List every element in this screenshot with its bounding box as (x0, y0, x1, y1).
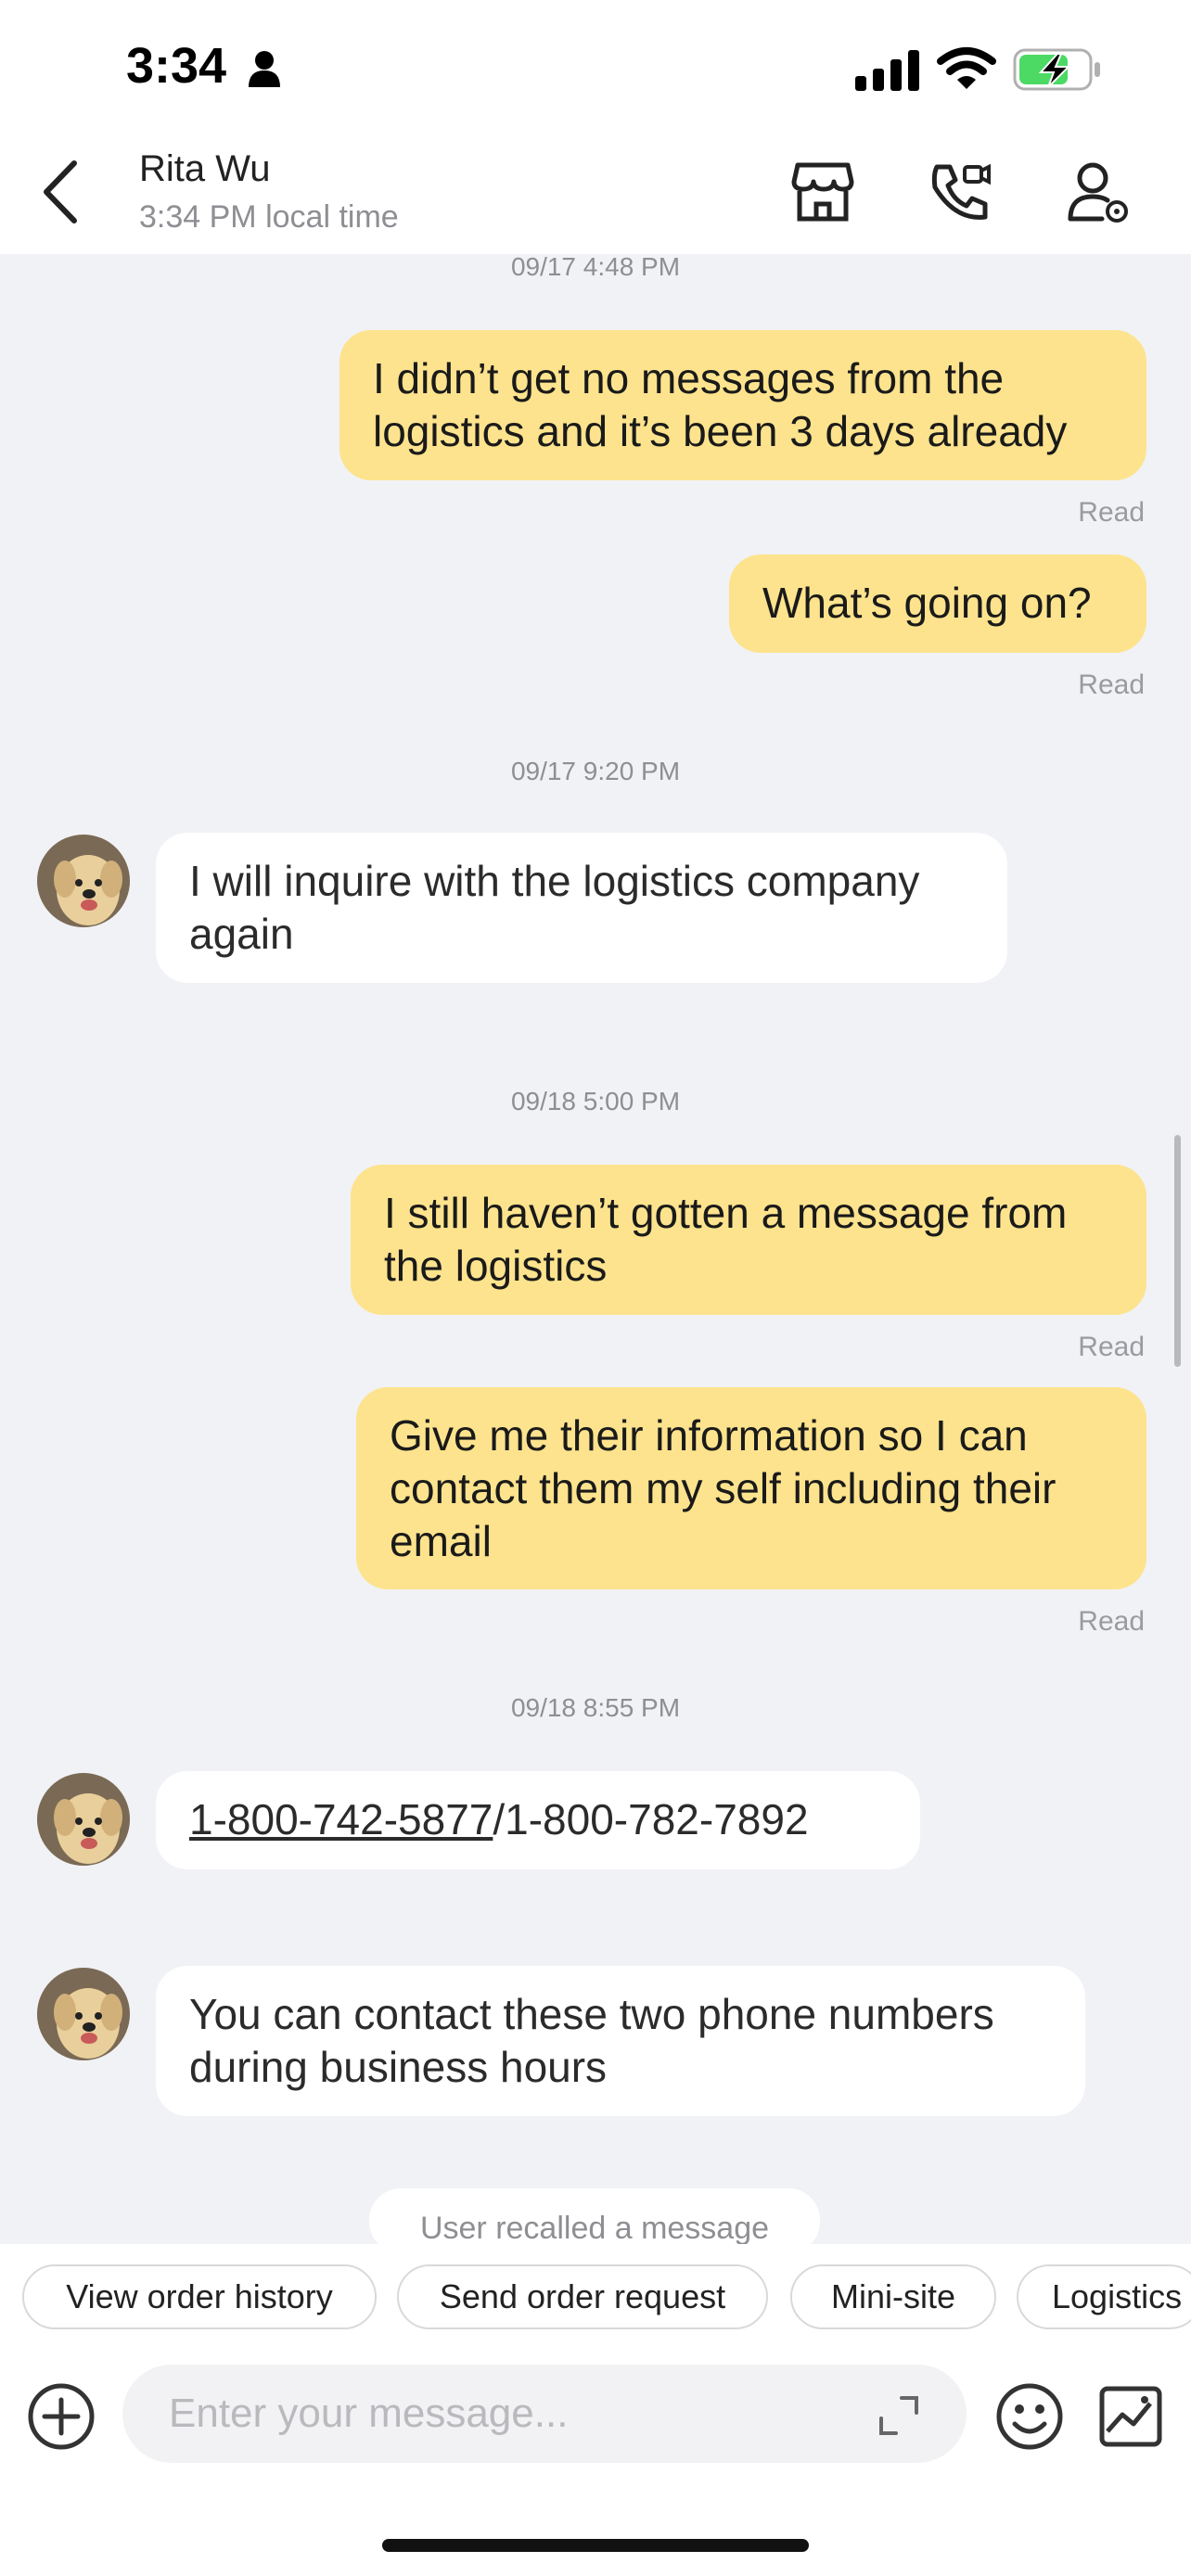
add-attachment-icon[interactable] (26, 2381, 96, 2452)
puppy-avatar-icon (37, 1773, 130, 1866)
message-text: You can contact these two phone numbers (189, 1990, 994, 2038)
wifi-icon (937, 47, 996, 89)
message-text: during business hours (189, 2043, 608, 2091)
incoming-message[interactable]: 1-800-742-5877/1-800-782-7892 (156, 1771, 920, 1869)
expand-icon[interactable] (876, 2392, 922, 2439)
contact-local-time: 3:34 PM local time (139, 199, 399, 235)
message-text: I didn’t get no messages from the (373, 354, 1005, 402)
outgoing-message[interactable]: Give me their information so I can conta… (356, 1387, 1146, 1589)
phone-number-link[interactable]: 1-800-742-5877 (189, 1795, 493, 1843)
timestamp: 09/18 5:00 PM (510, 1087, 681, 1116)
status-time: 3:34 (126, 38, 227, 94)
timestamp: 09/18 8:55 PM (510, 1693, 681, 1722)
read-receipt: Read (1078, 1606, 1145, 1637)
send-order-request-button[interactable]: Send order request (397, 2264, 768, 2329)
message-input-placeholder: Enter your message... (169, 2391, 569, 2436)
contact-name[interactable]: Rita Wu (139, 148, 271, 190)
incoming-message[interactable]: I will inquire with the logistics compan… (156, 833, 1007, 983)
image-gallery-icon[interactable] (1098, 2385, 1163, 2448)
back-arrow-icon[interactable] (37, 158, 83, 226)
message-text: the logistics (384, 1242, 608, 1290)
contact-settings-icon[interactable] (1067, 159, 1132, 224)
avatar[interactable] (37, 1968, 130, 2060)
message-text: logistics and it’s been 3 days already (373, 407, 1068, 455)
outgoing-message[interactable]: What’s going on? (729, 555, 1146, 653)
home-indicator (382, 2539, 809, 2552)
message-text: Give me their information so I can (390, 1411, 1028, 1460)
view-order-history-button[interactable]: View order history (22, 2264, 377, 2329)
message-text: contact them my self including their (390, 1464, 1057, 1512)
outgoing-message[interactable]: I still haven’t gotten a message from th… (351, 1165, 1146, 1315)
outgoing-message[interactable]: I didn’t get no messages from the logist… (339, 330, 1146, 480)
mini-site-button[interactable]: Mini-site (790, 2264, 996, 2329)
timestamp: 09/17 4:48 PM (510, 252, 681, 281)
read-receipt: Read (1078, 497, 1145, 528)
person-icon (249, 51, 280, 87)
message-text: again (189, 910, 294, 958)
read-receipt: Read (1078, 1332, 1145, 1362)
message-text: What’s going on? (762, 579, 1092, 627)
avatar[interactable] (37, 1773, 130, 1866)
phone-video-call-icon[interactable] (928, 159, 992, 224)
cellular-signal-icon (855, 50, 919, 91)
battery-icon (1013, 48, 1100, 91)
logistics-button[interactable]: Logistics (1017, 2264, 1191, 2329)
store-icon[interactable] (790, 159, 855, 224)
emoji-icon[interactable] (994, 2381, 1065, 2452)
message-text: email (390, 1517, 492, 1565)
puppy-avatar-icon (37, 1968, 130, 2060)
puppy-avatar-icon (37, 835, 130, 927)
message-text: /1-800-782-7892 (493, 1795, 809, 1843)
message-text: I will inquire with the logistics compan… (189, 857, 920, 905)
message-text: I still haven’t gotten a message from (384, 1189, 1068, 1237)
scrollbar[interactable] (1174, 1135, 1181, 1367)
incoming-message[interactable]: You can contact these two phone numbers … (156, 1966, 1085, 2116)
read-receipt: Read (1078, 670, 1145, 700)
timestamp: 09/17 9:20 PM (510, 757, 681, 785)
avatar[interactable] (37, 835, 130, 927)
